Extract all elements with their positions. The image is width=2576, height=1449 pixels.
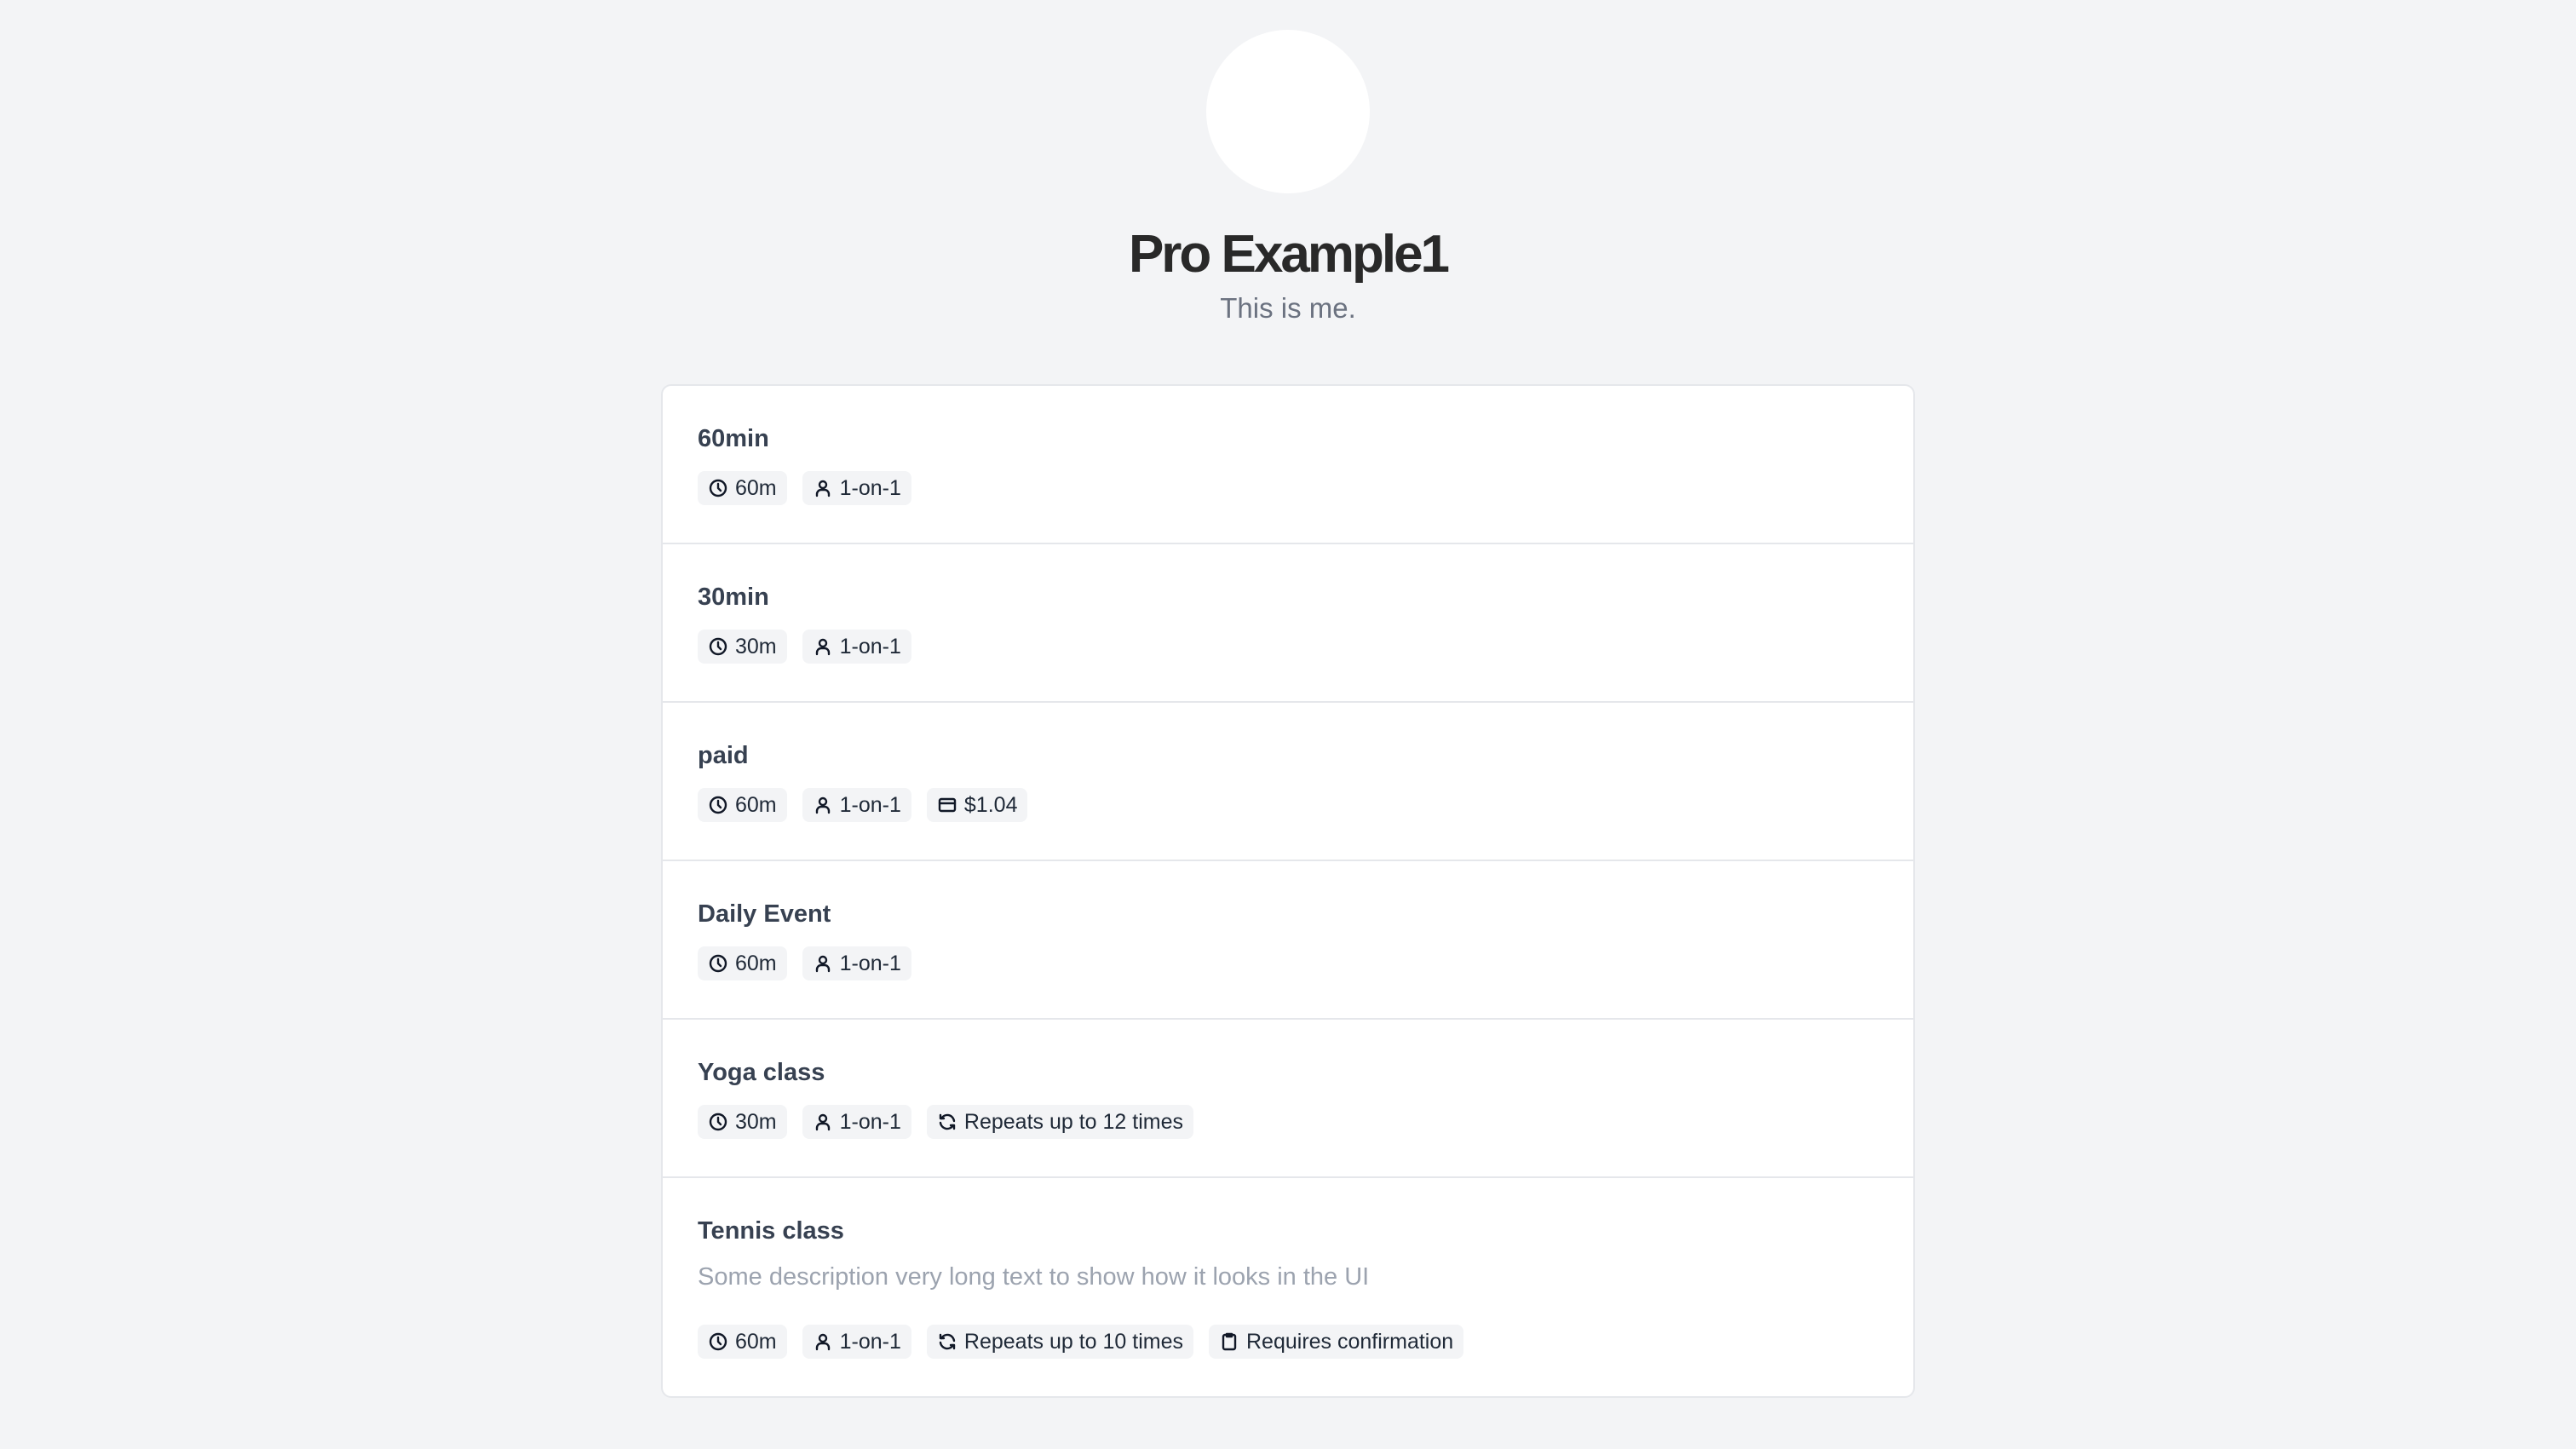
refresh-icon xyxy=(937,1112,957,1132)
event-type-list: 60min 60m 1-on-1 30min 30m 1-on-1 paid 6… xyxy=(661,384,1915,1398)
badge-text: 1-on-1 xyxy=(839,475,901,500)
user-icon xyxy=(813,1112,833,1132)
type-badge: 1-on-1 xyxy=(802,788,911,822)
event-badges: 30m 1-on-1 xyxy=(698,630,911,664)
badge-text: Repeats up to 10 times xyxy=(963,1329,1183,1354)
clock-icon xyxy=(708,1331,728,1352)
event-title: 30min xyxy=(698,584,769,611)
duration-badge: 60m xyxy=(698,788,787,822)
clock-icon xyxy=(708,953,728,974)
type-badge: 1-on-1 xyxy=(802,946,911,980)
event-badges: 30m 1-on-1 Repeats up to 12 times xyxy=(698,1105,1193,1139)
event-title: paid xyxy=(698,742,749,769)
event-title: Daily Event xyxy=(698,900,831,928)
event-title: Yoga class xyxy=(698,1059,825,1086)
event-item-tennis-class[interactable]: Tennis class Some description very long … xyxy=(663,1178,1913,1396)
event-badges: 60m 1-on-1 xyxy=(698,946,911,980)
confirmation-badge: Requires confirmation xyxy=(1209,1325,1464,1359)
clock-icon xyxy=(708,795,728,815)
clipboard-icon xyxy=(1219,1331,1239,1352)
user-icon xyxy=(813,1331,833,1352)
duration-badge: 30m xyxy=(698,630,787,664)
badge-text: 60m xyxy=(735,951,777,975)
badge-text: 1-on-1 xyxy=(839,1329,901,1354)
user-icon xyxy=(813,953,833,974)
type-badge: 1-on-1 xyxy=(802,1325,911,1359)
duration-badge: 60m xyxy=(698,946,787,980)
badge-text: $1.04 xyxy=(963,792,1018,817)
event-description: Some description very long text to show … xyxy=(698,1263,1370,1291)
badge-text: 60m xyxy=(735,792,777,817)
badge-text: 60m xyxy=(735,1329,777,1354)
duration-badge: 30m xyxy=(698,1105,787,1139)
event-item-30min[interactable]: 30min 30m 1-on-1 xyxy=(663,544,1913,703)
event-badges: 60m 1-on-1 Repeats up to 10 times Requir… xyxy=(698,1325,1464,1359)
user-icon xyxy=(813,636,833,657)
badge-text: Repeats up to 12 times xyxy=(963,1109,1183,1134)
recurring-badge: Repeats up to 12 times xyxy=(926,1105,1193,1139)
duration-badge: 60m xyxy=(698,471,787,505)
event-title: Tennis class xyxy=(698,1217,844,1245)
price-badge: $1.04 xyxy=(926,788,1028,822)
type-badge: 1-on-1 xyxy=(802,471,911,505)
clock-icon xyxy=(708,478,728,498)
badge-text: 60m xyxy=(735,475,777,500)
badge-text: 1-on-1 xyxy=(839,1109,901,1134)
badge-text: 1-on-1 xyxy=(839,634,901,658)
badge-text: 1-on-1 xyxy=(839,792,901,817)
event-item-yoga-class[interactable]: Yoga class 30m 1-on-1 Repeats up to 12 t… xyxy=(663,1020,1913,1178)
profile-name: Pro Example1 xyxy=(1128,225,1450,284)
duration-badge: 60m xyxy=(698,1325,787,1359)
user-icon xyxy=(813,478,833,498)
clock-icon xyxy=(708,1112,728,1132)
event-item-paid[interactable]: paid 60m 1-on-1 $1.04 xyxy=(663,703,1913,861)
event-badges: 60m 1-on-1 xyxy=(698,471,911,505)
event-badges: 60m 1-on-1 $1.04 xyxy=(698,788,1028,822)
event-item-daily-event[interactable]: Daily Event 60m 1-on-1 xyxy=(663,861,1913,1020)
credit-card-icon xyxy=(937,795,957,815)
badge-text: 30m xyxy=(735,634,777,658)
badge-text: 1-on-1 xyxy=(839,951,901,975)
profile-bio: This is me. xyxy=(1220,292,1356,324)
event-title: 60min xyxy=(698,425,769,452)
clock-icon xyxy=(708,636,728,657)
badge-text: 30m xyxy=(735,1109,777,1134)
recurring-badge: Repeats up to 10 times xyxy=(926,1325,1193,1359)
badge-text: Requires confirmation xyxy=(1246,1329,1454,1354)
event-item-60min[interactable]: 60min 60m 1-on-1 xyxy=(663,386,1913,544)
type-badge: 1-on-1 xyxy=(802,630,911,664)
refresh-icon xyxy=(937,1331,957,1352)
user-icon xyxy=(813,795,833,815)
avatar xyxy=(1206,30,1370,193)
type-badge: 1-on-1 xyxy=(802,1105,911,1139)
